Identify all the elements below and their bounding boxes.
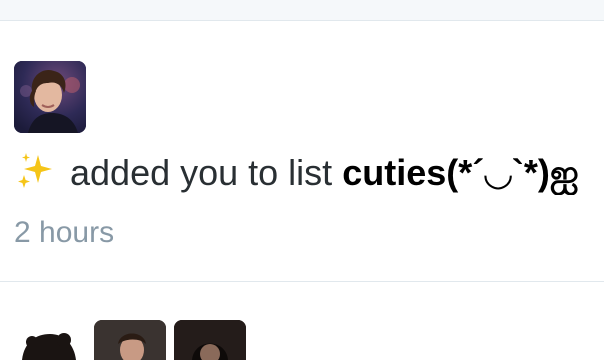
list-add-notification[interactable]: added you to list cuties(*´◡`*)ஐ 2 hours [0,21,604,281]
avatar-2[interactable] [94,320,166,360]
list-name-link[interactable]: cuties(*´◡`*)ஐ [342,152,579,193]
user-avatar[interactable] [14,61,86,133]
timestamp: 2 hours [14,216,115,249]
notification-message: added you to list cuties(*´◡`*)ஐ [16,151,596,195]
avatar-1[interactable] [14,320,86,360]
top-strip [0,0,604,21]
action-text: added you to list [70,152,333,193]
sparkles-icon [16,151,56,191]
next-notification[interactable] [0,282,604,360]
avatar-3[interactable] [174,320,246,360]
